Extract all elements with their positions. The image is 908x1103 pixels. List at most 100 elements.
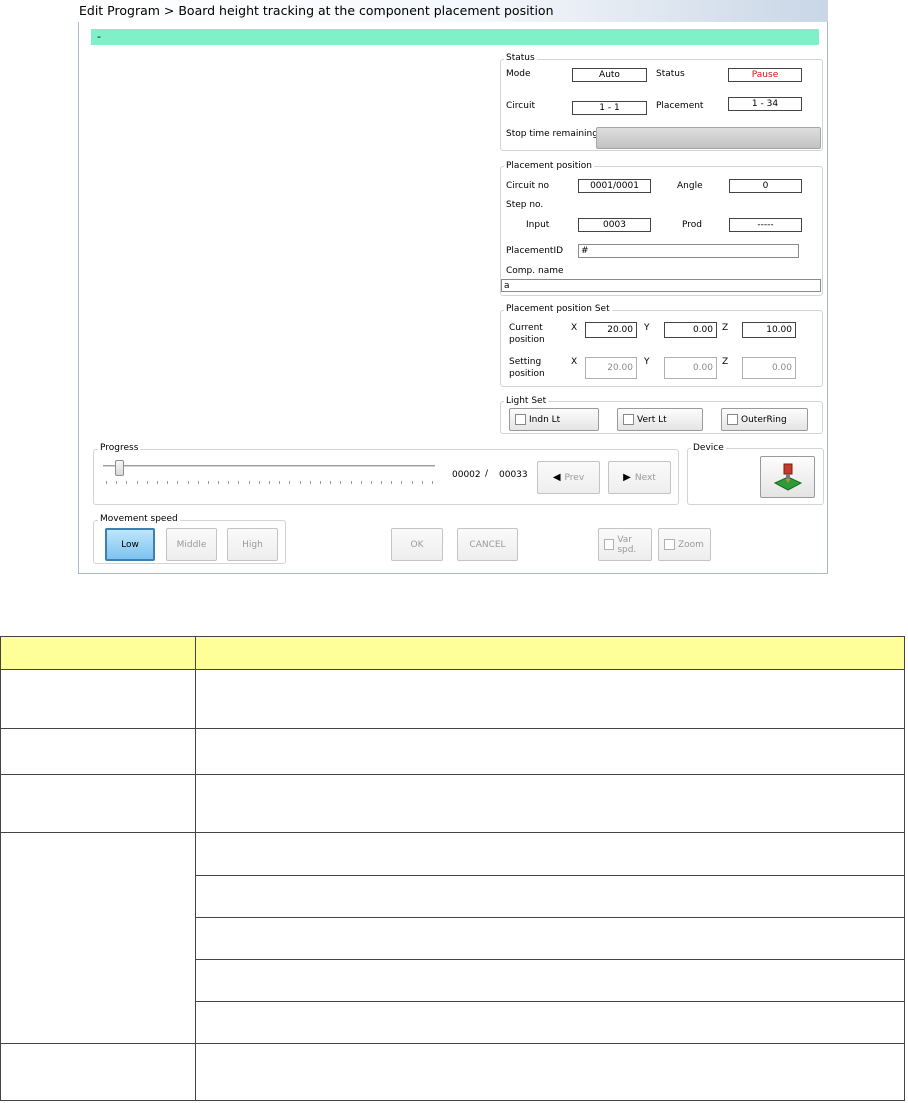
table-row-line: [195, 875, 905, 876]
slider-tick: [381, 481, 383, 484]
table-row-line: [0, 728, 905, 729]
table-row-line: [0, 1043, 905, 1044]
placement-id-field[interactable]: #: [578, 244, 799, 258]
zoom-check-box[interactable]: [664, 539, 675, 550]
current-y-field: 0.00: [664, 322, 717, 338]
vert-lt-checkbox[interactable]: Vert Lt: [617, 408, 703, 431]
setting-position-label-1: Setting: [509, 357, 542, 367]
next-label: Next: [634, 472, 656, 483]
slider-tick: [207, 481, 209, 484]
angle-field: 0: [729, 179, 802, 193]
progress-slider-thumb[interactable]: [115, 460, 125, 476]
prod-field: -----: [729, 218, 802, 232]
slider-tick: [370, 481, 372, 484]
current-z-label: Z: [722, 323, 729, 333]
speed-low-button[interactable]: Low: [105, 528, 155, 561]
progress-separator: /: [485, 469, 489, 479]
slider-tick: [411, 481, 413, 484]
setting-y-field[interactable]: 0.00: [664, 357, 717, 379]
setting-position-label-2: position: [509, 369, 545, 379]
slider-tick: [319, 481, 321, 484]
progress-group-label: Progress: [98, 443, 141, 454]
progress-slider-track[interactable]: [103, 465, 435, 467]
slider-tick: [136, 481, 138, 484]
outer-ring-checkbox[interactable]: OuterRing: [721, 408, 808, 431]
slider-tick: [330, 481, 332, 484]
table-row-line: [195, 1001, 905, 1002]
slider-tick: [340, 481, 342, 484]
table-row-line: [0, 774, 905, 775]
slider-tick: [218, 481, 220, 484]
prev-arrow-icon: ◀: [552, 472, 561, 483]
slider-tick: [106, 481, 107, 484]
cancel-button[interactable]: CANCEL: [457, 528, 518, 561]
stop-time-progress-bar: [596, 127, 821, 149]
description-table: [0, 636, 905, 1103]
outer-ring-label: OuterRing: [741, 414, 787, 425]
input-field: 0003: [578, 218, 651, 232]
slider-tick: [167, 481, 169, 484]
slider-tick: [228, 481, 230, 484]
slider-tick: [421, 481, 423, 484]
placement-label: Placement: [656, 101, 704, 111]
device-button[interactable]: [760, 456, 815, 498]
slider-tick: [269, 481, 270, 484]
current-y-label: Y: [644, 323, 650, 333]
stop-time-label: Stop time remaining: [506, 129, 598, 139]
progress-total: 00033: [499, 470, 528, 480]
placement-id-label: PlacementID: [506, 246, 564, 256]
message-banner: [91, 29, 819, 45]
setting-z-field[interactable]: 0.00: [742, 357, 796, 379]
zoom-checkbox[interactable]: Zoom: [658, 528, 711, 561]
mode-field: Auto: [572, 68, 647, 82]
slider-tick: [258, 481, 260, 484]
speed-high-button[interactable]: High: [227, 528, 278, 561]
prev-button[interactable]: ◀ Prev: [537, 461, 600, 494]
mode-label: Mode: [506, 69, 531, 79]
status-label: Status: [656, 69, 685, 79]
setting-x-field[interactable]: 20.00: [585, 357, 637, 379]
zoom-label: Zoom: [678, 539, 704, 550]
slider-tick: [279, 481, 281, 484]
next-arrow-icon: ▶: [623, 472, 631, 483]
next-button[interactable]: ▶ Next: [608, 461, 671, 494]
slider-tick: [299, 481, 301, 484]
slider-tick: [177, 481, 179, 484]
circuit-field: 1 - 1: [572, 101, 647, 115]
nozzle-device-icon: [773, 463, 802, 491]
slider-tick: [187, 481, 189, 484]
circuit-no-field: 0001/0001: [578, 179, 651, 193]
slider-tick: [391, 481, 393, 484]
angle-label: Angle: [677, 181, 703, 191]
table-row-line: [195, 917, 905, 918]
status-field: Pause: [728, 68, 802, 82]
indn-lt-check-box[interactable]: [515, 414, 526, 425]
current-position-label-1: Current: [509, 323, 543, 333]
var-spd-label: Var spd.: [617, 534, 637, 555]
vert-lt-check-box[interactable]: [623, 414, 634, 425]
comp-name-field[interactable]: a: [501, 279, 821, 292]
setting-y-label: Y: [644, 357, 650, 367]
current-position-label-2: position: [509, 335, 545, 345]
status-group-label: Status: [504, 53, 537, 64]
slider-tick: [116, 481, 118, 484]
slider-tick: [238, 481, 240, 484]
slider-tick: [156, 481, 158, 484]
var-spd-checkbox[interactable]: Var spd.: [598, 528, 652, 561]
indn-lt-checkbox[interactable]: Indn Lt: [509, 408, 599, 431]
outer-ring-check-box[interactable]: [727, 414, 738, 425]
slider-tick: [146, 481, 148, 484]
setting-x-label: X: [571, 357, 578, 367]
circuit-no-label: Circuit no: [506, 181, 550, 191]
speed-middle-button[interactable]: Middle: [166, 528, 217, 561]
movement-speed-group-label: Movement speed: [98, 514, 180, 525]
input-label: Input: [526, 220, 550, 230]
placement-set-group-label: Placement position Set: [504, 304, 612, 315]
window-title: Edit Program > Board height tracking at …: [79, 3, 554, 18]
ok-button[interactable]: OK: [391, 528, 443, 561]
slider-tick: [126, 481, 128, 484]
slider-tick: [360, 481, 362, 484]
var-spd-check-box[interactable]: [604, 539, 615, 550]
placement-field: 1 - 34: [728, 97, 802, 111]
placement-position-group-label: Placement position: [504, 161, 594, 172]
